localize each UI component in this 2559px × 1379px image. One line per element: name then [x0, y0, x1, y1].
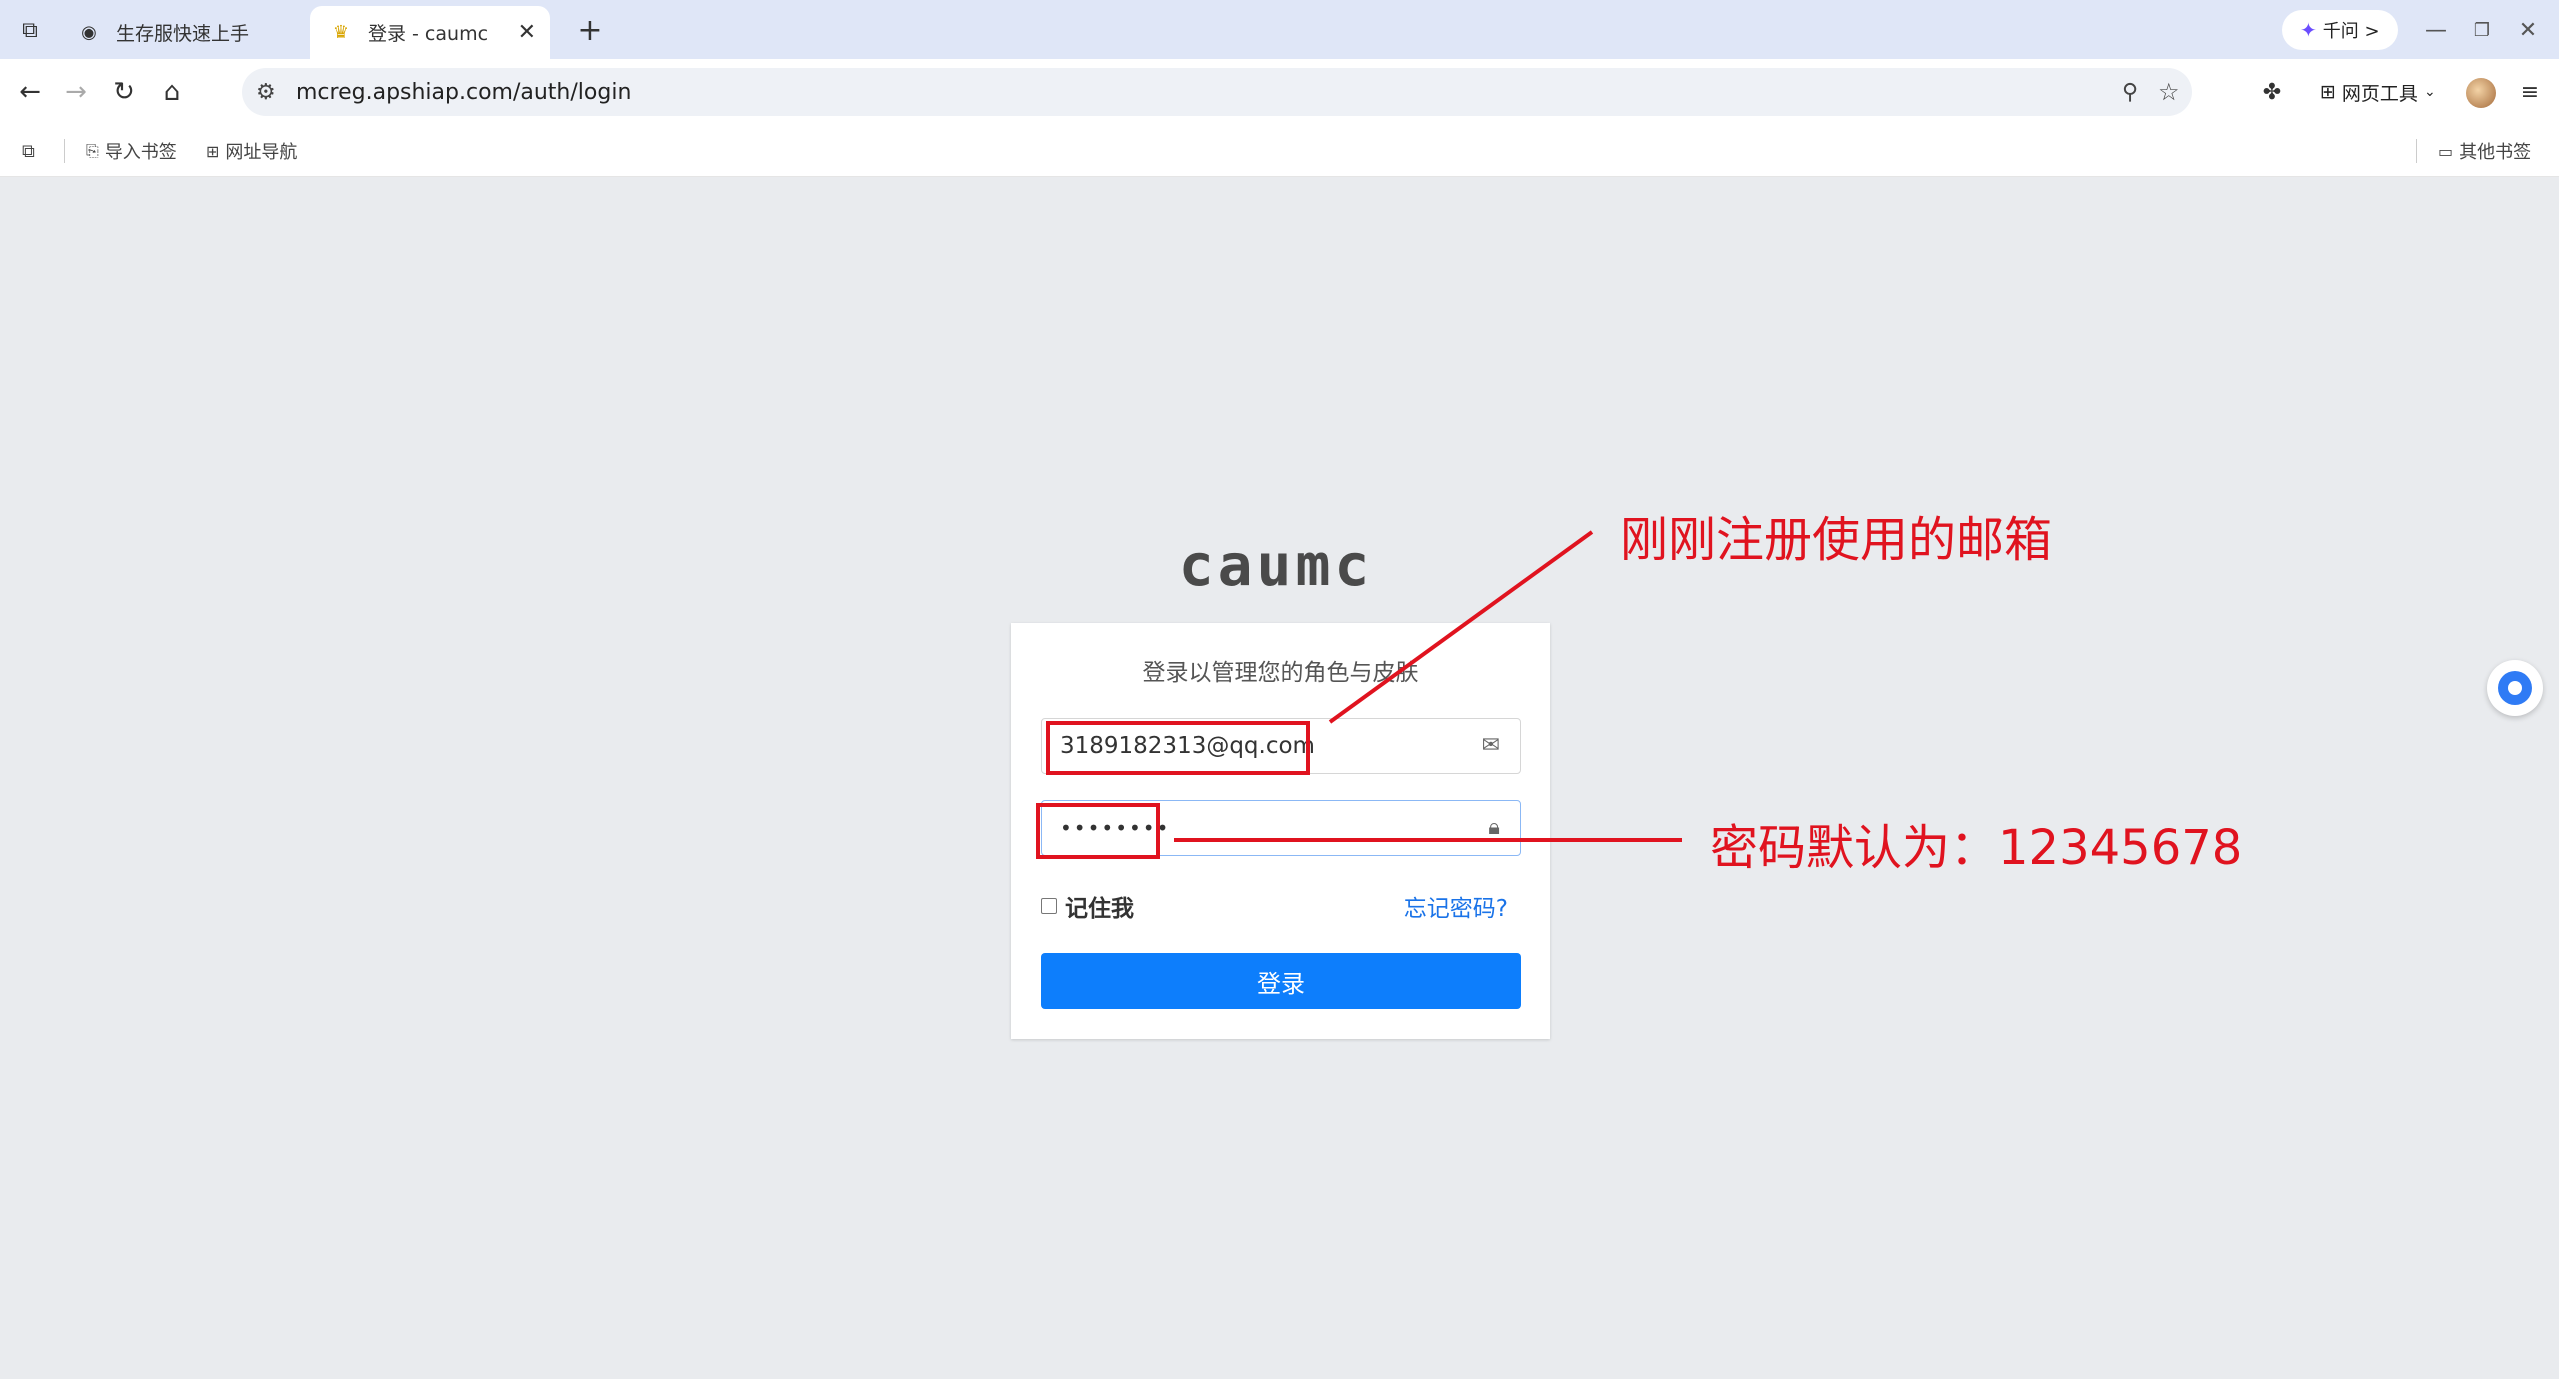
divider — [64, 139, 65, 163]
password-highlight-box — [1036, 803, 1160, 859]
home-button[interactable]: ⌂ — [152, 72, 192, 112]
new-tab-button[interactable]: + — [570, 10, 610, 50]
bookmarks-bar: ⧉ ⎘ 导入书签 ⊞ 网址导航 ▭ 其他书签 — [0, 125, 2559, 177]
bookmark-nav[interactable]: ⊞ 网址导航 — [206, 137, 297, 165]
close-window-button[interactable]: ✕ — [2506, 12, 2550, 48]
extensions-icon[interactable]: ✤ — [2252, 72, 2292, 112]
url-text[interactable]: mcreg.apshiap.com/auth/login — [296, 80, 631, 105]
qianwen-label: 千问 > — [2322, 21, 2380, 42]
globe-icon: ◉ — [81, 22, 97, 43]
menu-icon[interactable]: ≡ — [2510, 72, 2550, 112]
tab-title: 登录 - caumc — [368, 23, 489, 45]
bookmark-label: 导入书签 — [104, 142, 177, 163]
remember-checkbox[interactable] — [1041, 898, 1057, 914]
grid-icon: ⊞ — [206, 141, 220, 161]
web-tools-label: 网页工具 — [2341, 82, 2418, 105]
bookmark-label: 网址导航 — [225, 142, 298, 163]
tab-survival-guide[interactable]: ◉ 生存服快速上手 — [58, 6, 308, 59]
email-annotation: 刚刚注册使用的邮箱 — [1620, 512, 2053, 568]
site-settings-icon[interactable]: ⚙ — [256, 80, 276, 105]
qianwen-button[interactable]: ✦ 千问 > — [2282, 10, 2398, 50]
bookmark-import[interactable]: ⎘ 导入书签 — [86, 137, 177, 165]
email-highlight-box — [1046, 721, 1310, 775]
location-icon[interactable]: ⚲ — [2122, 80, 2138, 105]
bookmark-star-icon[interactable]: ☆ — [2158, 78, 2180, 106]
assistant-icon — [2498, 671, 2532, 705]
web-tools-menu[interactable]: ⊞ 网页工具 ⌄ — [2320, 72, 2442, 112]
forward-button[interactable]: → — [56, 72, 96, 112]
address-bar[interactable]: ⚙ mcreg.apshiap.com/auth/login ⚲ ☆ — [242, 68, 2192, 116]
tab-overview-icon[interactable]: ⧉ — [22, 137, 35, 165]
forgot-password-link[interactable]: 忘记密码? — [1404, 889, 1508, 923]
bookmark-other[interactable]: ▭ 其他书签 — [2438, 137, 2531, 165]
tab-strip: ⧉ ◉ 生存服快速上手 ♛ 登录 - caumc ✕ + ✦ 千问 > — ❐ … — [0, 0, 2559, 59]
bookmark-label: 其他书签 — [2459, 142, 2532, 163]
tab-title: 生存服快速上手 — [116, 23, 250, 45]
lock-icon: 🔒︎ — [1488, 815, 1500, 840]
reload-button[interactable]: ↻ — [104, 72, 144, 112]
shield-icon: ♛ — [332, 22, 350, 43]
envelope-icon: ✉ — [1481, 733, 1500, 758]
avatar[interactable] — [2466, 78, 2496, 108]
site-logo: caumc — [1178, 531, 1374, 599]
remember-me[interactable]: 记住我 — [1041, 889, 1134, 923]
tab-search-icon[interactable]: ⧉ — [10, 10, 50, 50]
import-icon: ⎘ — [86, 141, 99, 160]
remember-label: 记住我 — [1065, 896, 1134, 922]
close-icon[interactable]: ✕ — [518, 20, 536, 45]
minimize-button[interactable]: — — [2414, 12, 2458, 48]
assistant-float-button[interactable] — [2487, 660, 2543, 716]
login-subtitle: 登录以管理您的角色与皮肤 — [1142, 660, 1419, 686]
login-button[interactable]: 登录 — [1041, 953, 1521, 1009]
tab-login[interactable]: ♛ 登录 - caumc ✕ — [310, 6, 550, 59]
back-button[interactable]: ← — [10, 72, 50, 112]
chevron-down-icon: ⌄ — [2423, 84, 2436, 100]
navigation-toolbar: ← → ↻ ⌂ ⚙ mcreg.apshiap.com/auth/login ⚲… — [0, 59, 2559, 125]
folder-icon: ▭ — [2438, 141, 2454, 161]
restore-button[interactable]: ❐ — [2460, 12, 2504, 48]
grid-icon: ⊞ — [2320, 81, 2336, 103]
password-annotation: 密码默认为：12345678 — [1710, 820, 2243, 876]
divider — [2416, 139, 2417, 163]
qianwen-icon: ✦ — [2300, 18, 2317, 42]
